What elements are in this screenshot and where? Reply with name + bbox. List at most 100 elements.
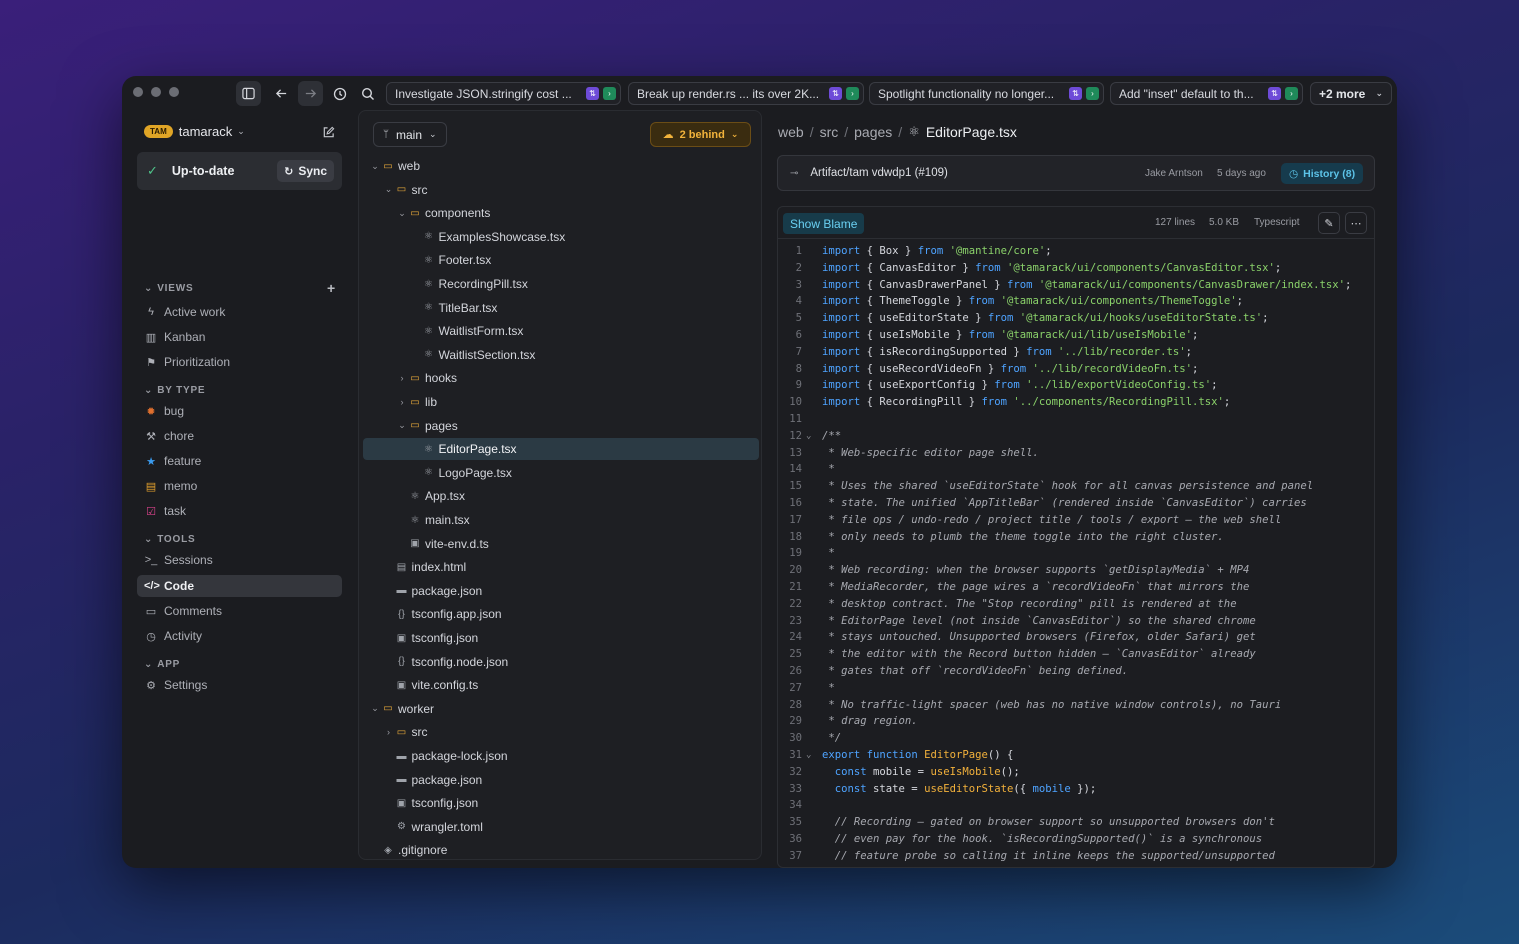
check-icon: ✓ xyxy=(147,163,158,178)
session-tab-label: Break up render.rs ... its over 2K... xyxy=(637,86,820,101)
chevron-down-icon[interactable]: ⌄ xyxy=(369,703,381,714)
chevron-down-icon[interactable]: ⌄ xyxy=(396,420,408,431)
tree-folder[interactable]: › ▭ src xyxy=(363,721,759,743)
chevron-down-icon[interactable]: ⌄ xyxy=(396,208,408,219)
tree-file[interactable]: ⚛ EditorPage.tsx xyxy=(363,438,759,461)
terminal-icon: › xyxy=(1285,87,1298,100)
tree-file[interactable]: ⚛ ExamplesShowcase.tsx xyxy=(363,226,759,248)
tree-file[interactable]: ⚛ main.tsx xyxy=(363,509,759,531)
tree-folder[interactable]: › ▭ hooks xyxy=(363,367,759,389)
tree-file[interactable]: ⚛ WaitlistForm.tsx xyxy=(363,320,759,342)
section-views[interactable]: ⌄ VIEWS + xyxy=(144,280,335,296)
session-tab-1[interactable]: Investigate JSON.stringify cost ... ⇅ › xyxy=(386,82,621,105)
pull-request-icon: ⇅ xyxy=(586,87,599,100)
tree-folder[interactable]: ⌄ ▭ worker xyxy=(363,698,759,720)
nav-comments[interactable]: ▭ Comments xyxy=(137,600,342,622)
tree-file[interactable]: ▤ index.html xyxy=(363,556,759,578)
tree-file[interactable]: ⚛ WaitlistSection.tsx xyxy=(363,344,759,366)
session-tab-3[interactable]: Spotlight functionality no longer... ⇅ › xyxy=(869,82,1104,105)
nav-activity[interactable]: ◷ Activity xyxy=(137,625,342,647)
nav-sessions[interactable]: >_ Sessions xyxy=(137,549,342,571)
code-line: 7 import { isRecordingSupported } from '.… xyxy=(778,344,1374,361)
chevron-right-icon[interactable]: › xyxy=(396,397,408,407)
tree-folder[interactable]: ⌄ ▭ src xyxy=(363,179,759,201)
line-number: 25 xyxy=(789,648,802,661)
forward-arrow-icon[interactable] xyxy=(298,81,323,106)
branch-selector[interactable]: ᛘ main ⌄ xyxy=(373,122,447,147)
sync-button[interactable]: ↻ Sync xyxy=(277,160,334,182)
breadcrumb-item[interactable]: web xyxy=(778,124,804,140)
breadcrumb-item[interactable]: src xyxy=(820,124,839,140)
tree-folder[interactable]: › ▭ lib xyxy=(363,391,759,413)
tree-file[interactable]: ▣ tsconfig.json xyxy=(363,792,759,814)
chevron-down-icon[interactable]: ⌄ xyxy=(383,184,395,195)
fold-chevron-icon[interactable]: ⌄ xyxy=(806,747,811,764)
show-blame-label: Show Blame xyxy=(790,216,858,231)
edit-file-icon[interactable]: ✎ xyxy=(1318,212,1340,234)
tree-file[interactable]: ▬ package-lock.json xyxy=(363,745,759,767)
tree-file[interactable]: ▬ package.json xyxy=(363,769,759,791)
tree-file[interactable]: ◈ .gitignore xyxy=(363,839,759,859)
session-tab-2[interactable]: Break up render.rs ... its over 2K... ⇅ … xyxy=(628,82,864,105)
bug-icon: ✹ xyxy=(146,405,156,418)
show-blame-button[interactable]: Show Blame xyxy=(783,213,865,234)
more-options-icon[interactable]: ⋯ xyxy=(1345,212,1367,234)
tree-file[interactable]: ⚛ TitleBar.tsx xyxy=(363,297,759,319)
tree-file[interactable]: ▣ vite.config.ts xyxy=(363,674,759,696)
code-text: * Web recording: when the browser suppor… xyxy=(822,564,1250,577)
tree-file[interactable]: ▬ package.json xyxy=(363,580,759,602)
chevron-right-icon[interactable]: › xyxy=(396,373,408,383)
commit-message[interactable]: Artifact/tam vdwdp1 (#109) xyxy=(810,167,947,179)
tree-file[interactable]: ▣ vite-env.d.ts xyxy=(363,533,759,555)
chevron-right-icon[interactable]: › xyxy=(383,727,395,737)
nav-chore[interactable]: ⚒ chore xyxy=(137,425,342,447)
nav-bug[interactable]: ✹ bug xyxy=(137,400,342,422)
behind-badge-button[interactable]: ☁ 2 behind ⌄ xyxy=(650,122,751,147)
nav-prioritization[interactable]: ⚑ Prioritization xyxy=(137,351,342,373)
nav-memo[interactable]: ▤ memo xyxy=(137,475,342,497)
tree-file[interactable]: ⚙ wrangler.toml xyxy=(363,816,759,838)
workspace-switcher[interactable]: TAM tamarack ⌄ xyxy=(144,124,245,139)
add-view-icon[interactable]: + xyxy=(327,280,336,296)
line-number: 2 xyxy=(795,261,802,274)
nav-settings[interactable]: ⚙ Settings xyxy=(137,674,342,696)
tree-item-label: pages xyxy=(425,418,458,433)
tree-file[interactable]: {} tsconfig.node.json xyxy=(363,651,759,673)
tree-file[interactable]: ⚛ App.tsx xyxy=(363,485,759,507)
chevron-down-icon[interactable]: ⌄ xyxy=(369,161,381,172)
breadcrumb-item[interactable]: pages xyxy=(854,124,892,140)
tree-folder[interactable]: ⌄ ▭ web xyxy=(363,155,759,177)
window-minimize-button[interactable] xyxy=(151,87,161,97)
tree-file[interactable]: {} tsconfig.app.json xyxy=(363,603,759,625)
nav-code[interactable]: </> Code xyxy=(137,575,342,597)
nav-feature[interactable]: ★ feature xyxy=(137,450,342,472)
tree-file[interactable]: ⚛ RecordingPill.tsx xyxy=(363,273,759,295)
tree-file[interactable]: ⚛ Footer.tsx xyxy=(363,249,759,271)
toggle-sidebar-icon[interactable] xyxy=(236,81,261,106)
window-maximize-button[interactable] xyxy=(169,87,179,97)
nav-kanban[interactable]: ▥ Kanban xyxy=(137,326,342,348)
more-tabs-dropdown[interactable]: +2 more ⌄ xyxy=(1310,82,1392,105)
session-tab-4[interactable]: Add "inset" default to th... ⇅ › xyxy=(1110,82,1303,105)
history-clock-icon[interactable] xyxy=(327,81,352,106)
section-by-type[interactable]: ⌄ BY TYPE xyxy=(144,385,205,396)
fold-chevron-icon[interactable]: ⌄ xyxy=(806,428,811,445)
tree-file[interactable]: ⚛ LogoPage.tsx xyxy=(363,462,759,484)
search-icon[interactable] xyxy=(355,81,380,106)
tree-folder[interactable]: ⌄ ▭ pages xyxy=(363,415,759,437)
tree-file[interactable]: ▣ tsconfig.json xyxy=(363,627,759,649)
back-arrow-icon[interactable] xyxy=(269,81,294,106)
history-button[interactable]: ◷ History (8) xyxy=(1281,163,1364,184)
section-app[interactable]: ⌄ APP xyxy=(144,659,180,670)
code-line: 17 * file ops / undo-redo / project titl… xyxy=(778,512,1374,529)
window-close-button[interactable] xyxy=(133,87,143,97)
tree-folder[interactable]: ⌄ ▭ components xyxy=(363,202,759,224)
nav-task[interactable]: ☑ task xyxy=(137,500,342,522)
code-text: export function EditorPage() { xyxy=(822,749,1014,761)
code-line: 35 // Recording — gated on browser suppo… xyxy=(778,814,1374,831)
line-number: 9 xyxy=(795,379,802,392)
nav-active-work[interactable]: ϟ Active work xyxy=(137,301,342,323)
compose-icon[interactable] xyxy=(322,126,335,142)
workspace-badge: TAM xyxy=(144,125,173,138)
section-tools[interactable]: ⌄ TOOLS xyxy=(144,534,195,545)
